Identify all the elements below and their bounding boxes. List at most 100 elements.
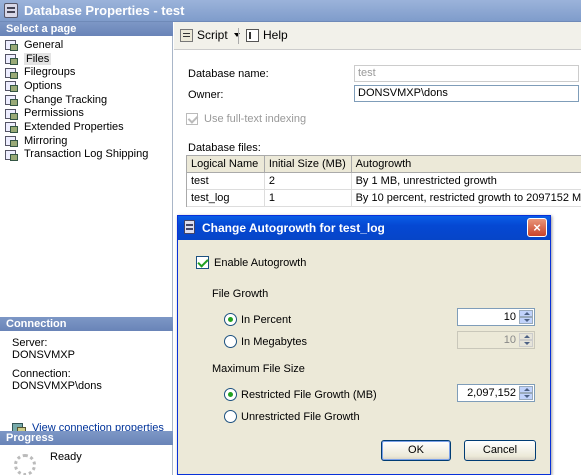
page-icon [4, 149, 18, 161]
page-icon [4, 135, 18, 148]
page-label: Permissions [24, 107, 84, 120]
page-icon [4, 39, 18, 52]
progress-status: Ready [50, 451, 82, 463]
page-item-permissions[interactable]: Permissions [4, 106, 172, 120]
restricted-growth-label: Restricted File Growth (MB) [241, 388, 377, 401]
spin-up-icon[interactable] [519, 310, 533, 317]
connection-info: Connection: DONSVMXP\dons [12, 368, 102, 392]
page-label: Filegroups [24, 66, 76, 79]
connection-value: DONSVMXP\dons [12, 380, 102, 392]
connection-header: Connection [0, 317, 173, 331]
cell-logical-name[interactable]: test [187, 173, 265, 189]
table-row[interactable]: test 2 By 1 MB, unrestricted growth [187, 173, 581, 190]
unrestricted-growth-option[interactable]: Unrestricted File Growth [224, 410, 360, 423]
script-icon [180, 28, 193, 42]
column-header-initial-size[interactable]: Initial Size (MB) [265, 156, 352, 172]
page-label: General [24, 38, 64, 51]
toolbar: Script Help [174, 22, 581, 50]
cell-autogrowth[interactable]: By 10 percent, restricted growth to 2097… [352, 190, 581, 206]
close-icon[interactable]: × [527, 218, 547, 237]
enable-autogrowth-label: Enable Autogrowth [214, 256, 307, 269]
page-icon [4, 121, 18, 134]
dialog-body: Enable Autogrowth File Growth In Percent… [178, 240, 550, 474]
connection-label: Connection: [12, 368, 71, 380]
spin-down-icon [519, 340, 533, 347]
window-titlebar[interactable]: Database Properties - test [0, 0, 581, 22]
page-icon [4, 53, 18, 66]
database-name-field: test [354, 65, 579, 82]
progress-spinner-icon [14, 454, 36, 475]
restricted-growth-spin-buttons [519, 386, 533, 400]
server-value: DONSVMXP [12, 349, 75, 361]
unrestricted-growth-radio[interactable] [224, 410, 237, 423]
in-megabytes-value: 10 [503, 334, 516, 346]
page-icon [4, 67, 18, 79]
table-row[interactable]: test_log 1 By 10 percent, restricted gro… [187, 190, 581, 207]
database-icon [4, 3, 18, 18]
file-growth-label: File Growth [212, 288, 269, 300]
in-megabytes-radio[interactable] [224, 335, 237, 348]
page-item-options[interactable]: Options [4, 79, 172, 93]
in-percent-radio[interactable] [224, 313, 237, 326]
help-label: Help [263, 28, 288, 42]
change-autogrowth-dialog: Change Autogrowth for test_log × Enable … [177, 215, 551, 475]
progress-header: Progress [0, 431, 173, 445]
help-icon [246, 28, 259, 42]
restricted-growth-option[interactable]: Restricted File Growth (MB) [224, 388, 377, 401]
column-header-autogrowth[interactable]: Autogrowth [352, 156, 581, 172]
spin-up-icon[interactable] [519, 386, 533, 393]
page-icon [4, 108, 18, 120]
select-page-header: Select a page [0, 22, 173, 36]
ok-button[interactable]: OK [381, 440, 451, 461]
page-icon [4, 94, 18, 107]
page-item-mirroring[interactable]: Mirroring [4, 134, 172, 148]
page-item-change-tracking[interactable]: Change Tracking [4, 93, 172, 107]
dialog-titlebar[interactable]: Change Autogrowth for test_log × [178, 216, 550, 240]
owner-field[interactable]: DONSVMXP\dons [354, 85, 579, 102]
cell-logical-name[interactable]: test_log [187, 190, 265, 206]
column-header-logical-name[interactable]: Logical Name [187, 156, 265, 172]
fulltext-checkbox-row: Use full-text indexing [186, 113, 306, 125]
in-percent-option[interactable]: In Percent [224, 313, 291, 326]
help-button[interactable]: Help [246, 28, 288, 42]
server-label: Server: [12, 337, 48, 349]
restricted-growth-radio[interactable] [224, 388, 237, 401]
in-megabytes-label: In Megabytes [241, 335, 308, 348]
page-label: Change Tracking [24, 93, 108, 106]
page-item-files[interactable]: Files [4, 52, 172, 66]
cell-initial-size[interactable]: 2 [265, 173, 352, 189]
page-item-extended-properties[interactable]: Extended Properties [4, 120, 172, 134]
fulltext-checkbox [186, 113, 198, 125]
cell-initial-size[interactable]: 1 [265, 190, 352, 206]
unrestricted-growth-label: Unrestricted File Growth [241, 410, 360, 423]
spin-down-icon[interactable] [519, 317, 533, 324]
page-label: Files [24, 52, 52, 65]
script-button[interactable]: Script [180, 28, 240, 42]
database-files-grid: Logical Name Initial Size (MB) Autogrowt… [186, 155, 581, 207]
in-megabytes-spin-buttons [519, 333, 533, 347]
in-megabytes-stepper: 10 [457, 331, 535, 349]
script-label: Script [197, 28, 228, 42]
enable-autogrowth-checkbox[interactable] [196, 256, 209, 269]
dialog-title: Change Autogrowth for test_log [202, 221, 385, 235]
page-icon [4, 80, 18, 93]
spin-up-icon [519, 333, 533, 340]
page-item-transaction-log-shipping[interactable]: Transaction Log Shipping [4, 148, 172, 162]
spin-down-icon[interactable] [519, 393, 533, 400]
in-megabytes-option[interactable]: In Megabytes [224, 335, 307, 348]
enable-autogrowth-row[interactable]: Enable Autogrowth [196, 256, 306, 269]
page-item-general[interactable]: General [4, 38, 172, 52]
in-percent-spin-buttons [519, 310, 533, 324]
server-info: Server: DONSVMXP [12, 337, 75, 361]
in-percent-value[interactable]: 10 [504, 311, 516, 323]
page-label: Extended Properties [24, 120, 124, 133]
in-percent-stepper[interactable]: 10 [457, 308, 535, 326]
page-label: Options [24, 79, 62, 92]
cancel-button[interactable]: Cancel [464, 440, 536, 461]
cell-autogrowth[interactable]: By 1 MB, unrestricted growth [352, 173, 581, 189]
page-item-filegroups[interactable]: Filegroups [4, 65, 172, 79]
restricted-growth-value[interactable]: 2,097,152 [467, 387, 516, 399]
toolbar-separator [238, 28, 239, 44]
restricted-growth-stepper[interactable]: 2,097,152 [457, 384, 535, 402]
left-pane: Select a page General Files Filegroups O… [0, 22, 173, 475]
